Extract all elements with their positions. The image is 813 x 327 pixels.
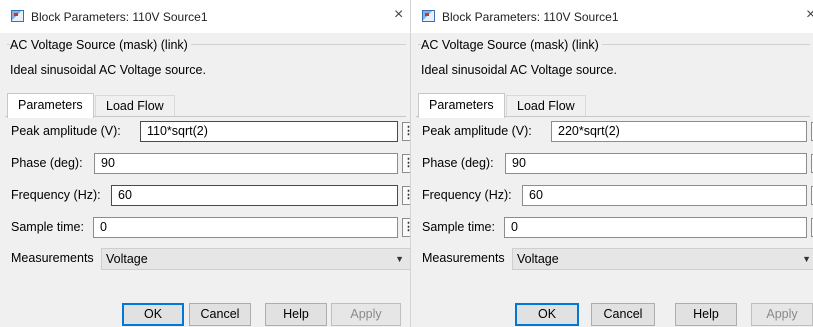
measurements-select[interactable]: Voltage ▼: [512, 248, 813, 270]
title-bar[interactable]: Block Parameters: 110V Source1 ×: [0, 0, 410, 33]
mask-description: Ideal sinusoidal AC Voltage source.: [10, 63, 206, 77]
sample-time-row: Sample time: 0 ⋮: [422, 217, 813, 239]
tab-load-flow[interactable]: Load Flow: [95, 95, 175, 116]
ok-button[interactable]: OK: [122, 303, 184, 326]
phase-row: Phase (deg): 90 ⋮: [422, 153, 813, 175]
mask-description-group: AC Voltage Source (mask) (link) Ideal si…: [7, 38, 406, 89]
measurements-value: Voltage: [106, 252, 148, 266]
peak-amplitude-label: Peak amplitude (V):: [422, 124, 532, 138]
mask-description-group: AC Voltage Source (mask) (link) Ideal si…: [418, 38, 810, 89]
title-bar[interactable]: Block Parameters: 110V Source1 ×: [411, 0, 813, 33]
chevron-down-icon: ▼: [395, 254, 404, 264]
apply-button[interactable]: Apply: [331, 303, 401, 326]
ok-button[interactable]: OK: [515, 303, 579, 326]
frequency-row: Frequency (Hz): 60 ⋮: [422, 185, 813, 207]
phase-input[interactable]: 90: [505, 153, 807, 174]
phase-label: Phase (deg):: [11, 156, 83, 170]
window-title: Block Parameters: 110V Source1: [442, 10, 619, 24]
frequency-row: Frequency (Hz): 60 ⋮: [11, 185, 410, 207]
measurements-select[interactable]: Voltage ▼: [101, 248, 410, 270]
phase-label: Phase (deg):: [422, 156, 494, 170]
measurements-row: Measurements Voltage ▼: [11, 248, 410, 270]
peak-amplitude-row: Peak amplitude (V): 110*sqrt(2) ⋮: [11, 121, 410, 143]
peak-amplitude-label: Peak amplitude (V):: [11, 124, 121, 138]
frequency-label: Frequency (Hz):: [11, 188, 101, 202]
tab-parameters[interactable]: Parameters: [418, 93, 505, 118]
block-parameters-dialog: Block Parameters: 110V Source1 × AC Volt…: [0, 0, 410, 327]
help-button[interactable]: Help: [675, 303, 737, 326]
phase-input[interactable]: 90: [94, 153, 398, 174]
peak-amplitude-input[interactable]: 110*sqrt(2): [140, 121, 398, 142]
tab-parameters[interactable]: Parameters: [7, 93, 94, 118]
sample-time-input[interactable]: 0: [93, 217, 398, 238]
frequency-label: Frequency (Hz):: [422, 188, 512, 202]
close-icon[interactable]: ×: [394, 7, 403, 23]
parameters-panel: Peak amplitude (V): 220*sqrt(2) ⋮ Phase …: [416, 116, 813, 277]
simulink-block-icon: [11, 10, 24, 22]
cancel-button[interactable]: Cancel: [591, 303, 655, 326]
tab-load-flow[interactable]: Load Flow: [506, 95, 586, 116]
simulink-block-icon: [422, 10, 435, 22]
vertical-ellipsis-icon[interactable]: ⋮: [402, 218, 410, 237]
parameters-panel: Peak amplitude (V): 110*sqrt(2) ⋮ Phase …: [5, 116, 410, 277]
sample-time-label: Sample time:: [11, 220, 84, 234]
mask-description: Ideal sinusoidal AC Voltage source.: [421, 63, 617, 77]
phase-row: Phase (deg): 90 ⋮: [11, 153, 410, 175]
cancel-button[interactable]: Cancel: [189, 303, 251, 326]
measurements-label: Measurements: [11, 251, 94, 265]
sample-time-row: Sample time: 0 ⋮: [11, 217, 410, 239]
peak-amplitude-input[interactable]: 220*sqrt(2): [551, 121, 807, 142]
vertical-ellipsis-icon[interactable]: ⋮: [402, 154, 410, 173]
sample-time-label: Sample time:: [422, 220, 495, 234]
mask-title: AC Voltage Source (mask) (link): [421, 38, 602, 52]
peak-amplitude-row: Peak amplitude (V): 220*sqrt(2) ⋮: [422, 121, 813, 143]
frequency-input[interactable]: 60: [522, 185, 807, 206]
measurements-row: Measurements Voltage ▼: [422, 248, 813, 270]
window-title: Block Parameters: 110V Source1: [31, 10, 208, 24]
help-button[interactable]: Help: [265, 303, 327, 326]
mask-title: AC Voltage Source (mask) (link): [10, 38, 191, 52]
chevron-down-icon: ▼: [802, 254, 811, 264]
apply-button[interactable]: Apply: [751, 303, 813, 326]
close-icon[interactable]: ×: [806, 7, 813, 23]
sample-time-input[interactable]: 0: [504, 217, 807, 238]
measurements-value: Voltage: [517, 252, 559, 266]
vertical-ellipsis-icon[interactable]: ⋮: [402, 122, 410, 141]
frequency-input[interactable]: 60: [111, 185, 398, 206]
block-parameters-dialog: Block Parameters: 110V Source1 × AC Volt…: [410, 0, 813, 327]
measurements-label: Measurements: [422, 251, 505, 265]
vertical-ellipsis-icon[interactable]: ⋮: [402, 186, 410, 205]
